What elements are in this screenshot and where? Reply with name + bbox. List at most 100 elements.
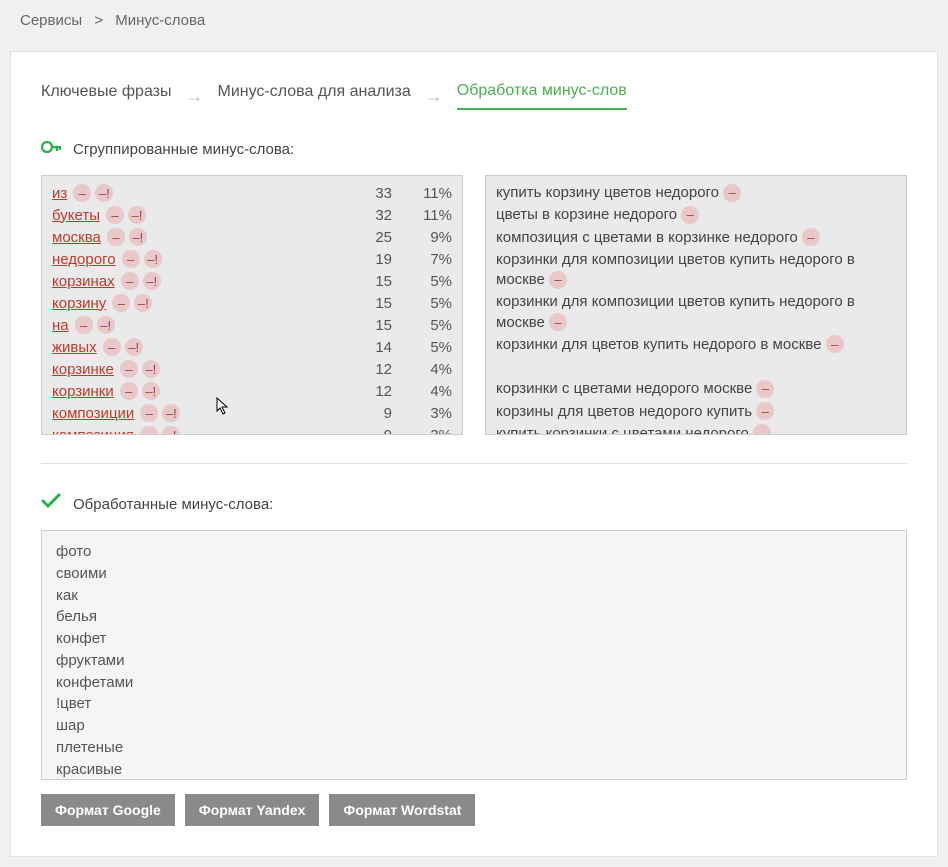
format-buttons: Формат Google Формат Yandex Формат Words… bbox=[41, 794, 907, 826]
grouped-word-row: живых––!145% bbox=[52, 336, 452, 358]
grouped-word-pct: 5% bbox=[392, 317, 452, 334]
grouped-word-link[interactable]: корзинке bbox=[52, 361, 114, 378]
remove-exact-pill[interactable]: –! bbox=[97, 316, 115, 334]
remove-pill[interactable]: – bbox=[826, 335, 844, 353]
remove-pill[interactable]: – bbox=[140, 426, 158, 435]
key-icon bbox=[41, 138, 61, 161]
grouped-word-link[interactable]: корзинки bbox=[52, 383, 114, 400]
grouped-word-row: корзинке––! 124% bbox=[52, 358, 452, 380]
grouped-word-link[interactable]: композиции bbox=[52, 405, 134, 422]
remove-exact-pill[interactable]: –! bbox=[162, 404, 180, 422]
remove-exact-pill[interactable]: –! bbox=[142, 382, 160, 400]
grouped-word-link[interactable]: недорого bbox=[52, 251, 116, 268]
grouped-word-link[interactable]: букеты bbox=[52, 207, 100, 224]
remove-exact-pill[interactable]: –! bbox=[142, 360, 160, 378]
remove-exact-pill[interactable]: –! bbox=[95, 184, 113, 202]
remove-pill[interactable]: – bbox=[120, 360, 138, 378]
grouped-word-count: 15 bbox=[342, 273, 392, 290]
check-icon bbox=[41, 492, 61, 516]
grouped-word-pct: 3% bbox=[392, 405, 452, 422]
phrases-list[interactable]: купить корзину цветов недорого –цветы в … bbox=[485, 175, 907, 435]
processed-words-list[interactable]: фотосвоимикакбельяконфетфруктамиконфетам… bbox=[41, 530, 907, 780]
processed-word: белья bbox=[56, 606, 892, 628]
step-key-phrases[interactable]: Ключевые фразы bbox=[41, 83, 172, 109]
grouped-word-pct: 11% bbox=[392, 207, 452, 224]
grouped-word-pct: 4% bbox=[392, 361, 452, 378]
remove-pill[interactable]: – bbox=[723, 184, 741, 202]
remove-pill[interactable]: – bbox=[549, 271, 567, 289]
processed-word: плетеные bbox=[56, 737, 892, 759]
step-minus-words-analysis[interactable]: Минус-слова для анализа bbox=[218, 83, 411, 109]
grouped-word-count: 19 bbox=[342, 251, 392, 268]
phrase-row: композиция с цветами в корзинке недорого… bbox=[496, 227, 896, 249]
remove-pill[interactable]: – bbox=[549, 313, 567, 331]
grouped-word-link[interactable]: корзинах bbox=[52, 273, 115, 290]
remove-pill[interactable]: – bbox=[121, 272, 139, 290]
format-google-button[interactable]: Формат Google bbox=[41, 794, 175, 826]
grouped-word-count: 33 bbox=[342, 185, 392, 202]
remove-pill[interactable]: – bbox=[75, 316, 93, 334]
remove-pill[interactable]: – bbox=[681, 206, 699, 224]
grouped-word-row: недорого––! 197% bbox=[52, 248, 452, 270]
grouped-word-pct: 9% bbox=[392, 229, 452, 246]
phrase-text: корзинки для цветов купить недорого в мо… bbox=[496, 336, 821, 353]
phrase-text: композиция с цветами в корзинке недорого bbox=[496, 229, 798, 246]
grouped-word-count: 12 bbox=[342, 361, 392, 378]
breadcrumb-sep: > bbox=[94, 12, 103, 29]
remove-exact-pill[interactable]: –! bbox=[125, 338, 143, 356]
grouped-word-link[interactable]: на bbox=[52, 317, 69, 334]
phrase-text: корзинки с цветами недорого москве bbox=[496, 380, 752, 397]
processed-word: красивые bbox=[56, 759, 892, 781]
breadcrumb-page: Минус-слова bbox=[115, 12, 205, 29]
processed-word: фото bbox=[56, 541, 892, 563]
remove-pill[interactable]: – bbox=[107, 228, 125, 246]
grouped-word-link[interactable]: из bbox=[52, 185, 67, 202]
format-yandex-button[interactable]: Формат Yandex bbox=[185, 794, 320, 826]
processed-word: !цвет bbox=[56, 693, 892, 715]
grouped-header: Сгруппированные минус-слова: bbox=[41, 138, 907, 161]
grouped-word-count: 12 bbox=[342, 383, 392, 400]
remove-pill[interactable]: – bbox=[753, 424, 771, 435]
step-minus-words-processing[interactable]: Обработка минус-слов bbox=[457, 82, 627, 110]
remove-pill[interactable]: – bbox=[122, 250, 140, 268]
processed-word: конфетами bbox=[56, 672, 892, 694]
phrase-row: корзинки для цветов купить недорого в мо… bbox=[496, 334, 896, 356]
grouped-word-row: корзинах––!155% bbox=[52, 270, 452, 292]
remove-pill[interactable]: – bbox=[140, 404, 158, 422]
remove-pill[interactable]: – bbox=[120, 382, 138, 400]
remove-exact-pill[interactable]: –! bbox=[162, 426, 180, 435]
remove-pill[interactable]: – bbox=[73, 184, 91, 202]
grouped-word-count: 9 bbox=[342, 405, 392, 422]
phrase-row: цветы в корзине недорого – bbox=[496, 204, 896, 226]
grouped-word-link[interactable]: живых bbox=[52, 339, 97, 356]
grouped-word-link[interactable]: москва bbox=[52, 229, 101, 246]
grouped-word-row: на––! 155% bbox=[52, 314, 452, 336]
grouped-word-row: москва––!259% bbox=[52, 226, 452, 248]
remove-exact-pill[interactable]: –! bbox=[144, 250, 162, 268]
breadcrumb-service[interactable]: Сервисы bbox=[20, 12, 82, 29]
phrase-text: купить корзину цветов недорого bbox=[496, 184, 719, 201]
processed-title: Обработанные минус-слова: bbox=[73, 496, 273, 513]
remove-pill[interactable]: – bbox=[112, 294, 130, 312]
processed-word: конфет bbox=[56, 628, 892, 650]
grouped-word-row: из––!3311% bbox=[52, 182, 452, 204]
grouped-word-link[interactable]: корзину bbox=[52, 295, 106, 312]
remove-pill[interactable]: – bbox=[106, 206, 124, 224]
grouped-word-pct: 7% bbox=[392, 251, 452, 268]
grouped-words-list[interactable]: из––!3311%букеты––!3211%москва––!259%нед… bbox=[41, 175, 463, 435]
remove-pill[interactable]: – bbox=[802, 228, 820, 246]
remove-exact-pill[interactable]: –! bbox=[128, 206, 146, 224]
grouped-word-link[interactable]: композиция bbox=[52, 427, 134, 436]
remove-pill[interactable]: – bbox=[103, 338, 121, 356]
remove-pill[interactable]: – bbox=[756, 380, 774, 398]
format-wordstat-button[interactable]: Формат Wordstat bbox=[329, 794, 475, 826]
grouped-word-count: 32 bbox=[342, 207, 392, 224]
grouped-word-count: 15 bbox=[342, 295, 392, 312]
remove-exact-pill[interactable]: –! bbox=[134, 294, 152, 312]
grouped-word-row: корзинки––!124% bbox=[52, 380, 452, 402]
grouped-word-count: 15 bbox=[342, 317, 392, 334]
main-panel: Ключевые фразы → Минус-слова для анализа… bbox=[10, 51, 938, 857]
remove-exact-pill[interactable]: –! bbox=[143, 272, 161, 290]
remove-pill[interactable]: – bbox=[756, 402, 774, 420]
remove-exact-pill[interactable]: –! bbox=[129, 228, 147, 246]
